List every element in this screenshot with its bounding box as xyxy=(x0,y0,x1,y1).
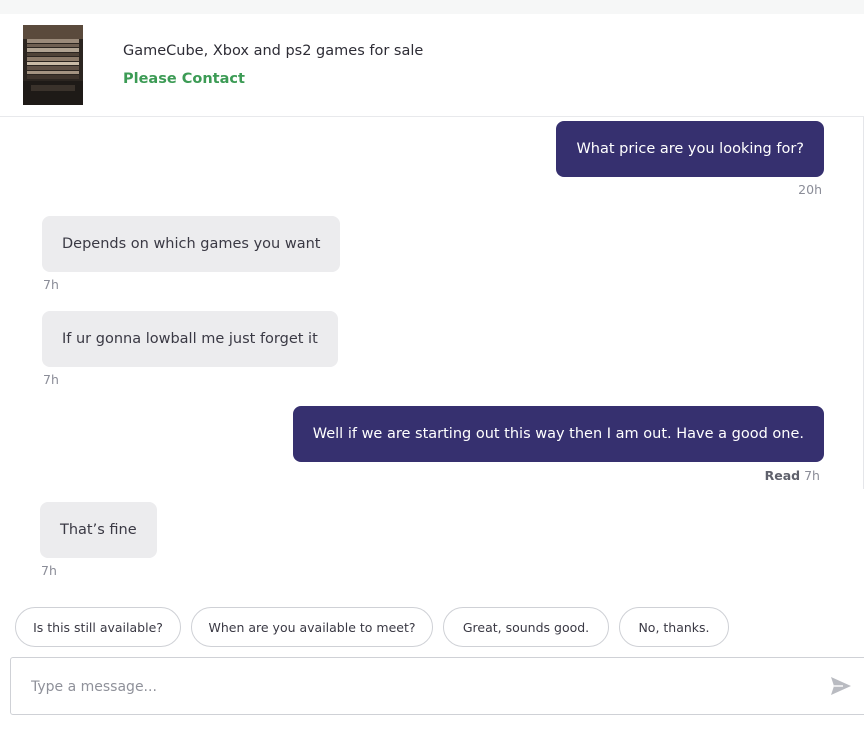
message-input[interactable] xyxy=(29,658,813,716)
message-timestamp: 7h xyxy=(804,468,820,483)
top-strip xyxy=(0,0,864,14)
quick-reply-chip[interactable]: Is this still available? xyxy=(15,607,181,647)
quick-reply-chip[interactable]: When are you available to meet? xyxy=(191,607,433,647)
conversation-thread[interactable]: What price are you looking for? 20h Depe… xyxy=(0,117,864,489)
listing-thumbnail[interactable] xyxy=(23,25,83,105)
message-bubble-incoming: That’s fine xyxy=(40,502,157,558)
quick-reply-chip[interactable]: Great, sounds good. xyxy=(443,607,609,647)
message-read-status: Read 7h xyxy=(765,468,820,483)
message-timestamp: 20h xyxy=(798,182,822,197)
message-bubble-incoming: Depends on which games you want xyxy=(42,216,341,272)
message-timestamp: 7h xyxy=(41,563,57,578)
message-bubble-incoming: If ur gonna lowball me just forget it xyxy=(42,311,338,367)
message-bubble-outgoing: What price are you looking for? xyxy=(556,121,824,177)
read-label: Read xyxy=(764,468,801,483)
listing-title[interactable]: GameCube, Xbox and ps2 games for sale xyxy=(123,43,423,59)
message-bubble-outgoing: Well if we are starting out this way the… xyxy=(292,406,824,462)
listing-photo-icon xyxy=(23,25,83,105)
send-button[interactable] xyxy=(829,675,853,697)
message-timestamp: 7h xyxy=(43,277,59,292)
message-timestamp: 7h xyxy=(43,372,59,387)
quick-replies: Is this still available? When are you av… xyxy=(0,607,864,649)
listing-price: Please Contact xyxy=(123,71,245,87)
send-icon xyxy=(831,677,851,695)
listing-header[interactable]: GameCube, Xbox and ps2 games for sale Pl… xyxy=(0,14,864,117)
quick-reply-chip[interactable]: No, thanks. xyxy=(619,607,729,647)
message-composer xyxy=(10,657,864,716)
